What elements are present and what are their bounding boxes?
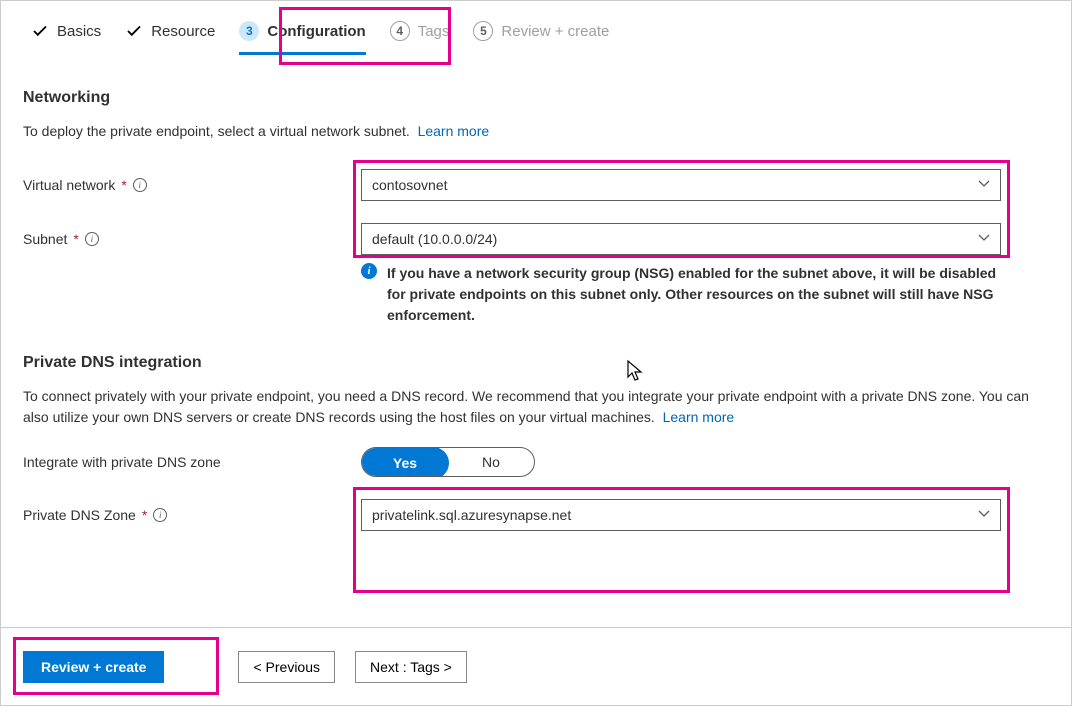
tab-label: Basics [57, 23, 101, 40]
integrate-toggle[interactable]: Yes No [361, 447, 535, 477]
toggle-no[interactable]: No [448, 448, 534, 476]
nsg-info-text: If you have a network security group (NS… [387, 263, 1001, 326]
dns-zone-value: privatelink.sql.azuresynapse.net [372, 507, 571, 523]
wizard-footer: Review + create < Previous Next : Tags > [1, 627, 1071, 705]
subnet-dropdown[interactable]: default (10.0.0.0/24) [361, 223, 1001, 255]
dns-zone-label: Private DNS Zone [23, 507, 136, 523]
nsg-info-box: i If you have a network security group (… [361, 263, 1001, 326]
tab-tags[interactable]: 4 Tags [390, 21, 450, 45]
active-tab-underline [239, 52, 365, 55]
required-asterisk: * [121, 177, 126, 193]
required-asterisk: * [73, 231, 78, 247]
info-icon[interactable]: i [153, 508, 167, 522]
dns-lead: To connect privately with your private e… [23, 386, 1049, 427]
check-icon [31, 22, 49, 40]
networking-heading: Networking [23, 89, 1049, 107]
tab-configuration[interactable]: 3 Configuration [239, 21, 365, 45]
dns-zone-dropdown[interactable]: privatelink.sql.azuresynapse.net [361, 499, 1001, 531]
chevron-down-icon [978, 507, 990, 523]
review-create-button[interactable]: Review + create [23, 651, 164, 683]
required-asterisk: * [142, 507, 147, 523]
dns-lead-text: To connect privately with your private e… [23, 388, 1029, 424]
vnet-label: Virtual network [23, 177, 115, 193]
dns-learn-more-link[interactable]: Learn more [663, 409, 735, 425]
toggle-yes[interactable]: Yes [361, 447, 449, 477]
tab-basics[interactable]: Basics [31, 22, 101, 44]
check-icon [125, 22, 143, 40]
subnet-value: default (10.0.0.0/24) [372, 231, 497, 247]
wizard-tabs: Basics Resource 3 Configuration 4 Tags 5… [1, 1, 1071, 61]
info-icon[interactable]: i [133, 178, 147, 192]
tab-review-create[interactable]: 5 Review + create [473, 21, 609, 45]
info-filled-icon: i [361, 263, 377, 279]
tab-label: Review + create [501, 23, 609, 40]
tab-label: Configuration [267, 23, 365, 40]
chevron-down-icon [978, 177, 990, 193]
vnet-value: contosovnet [372, 177, 448, 193]
dns-heading: Private DNS integration [23, 354, 1049, 372]
tab-resource[interactable]: Resource [125, 22, 215, 44]
tab-label: Tags [418, 23, 450, 40]
info-icon[interactable]: i [85, 232, 99, 246]
chevron-down-icon [978, 231, 990, 247]
networking-learn-more-link[interactable]: Learn more [418, 123, 490, 139]
step-number-badge: 3 [239, 21, 259, 41]
tab-label: Resource [151, 23, 215, 40]
integrate-label: Integrate with private DNS zone [23, 454, 221, 470]
next-button[interactable]: Next : Tags > [355, 651, 467, 683]
step-number-badge: 5 [473, 21, 493, 41]
networking-lead: To deploy the private endpoint, select a… [23, 121, 1049, 141]
previous-button[interactable]: < Previous [238, 651, 335, 683]
vnet-dropdown[interactable]: contosovnet [361, 169, 1001, 201]
networking-lead-text: To deploy the private endpoint, select a… [23, 123, 410, 139]
subnet-label: Subnet [23, 231, 67, 247]
step-number-badge: 4 [390, 21, 410, 41]
